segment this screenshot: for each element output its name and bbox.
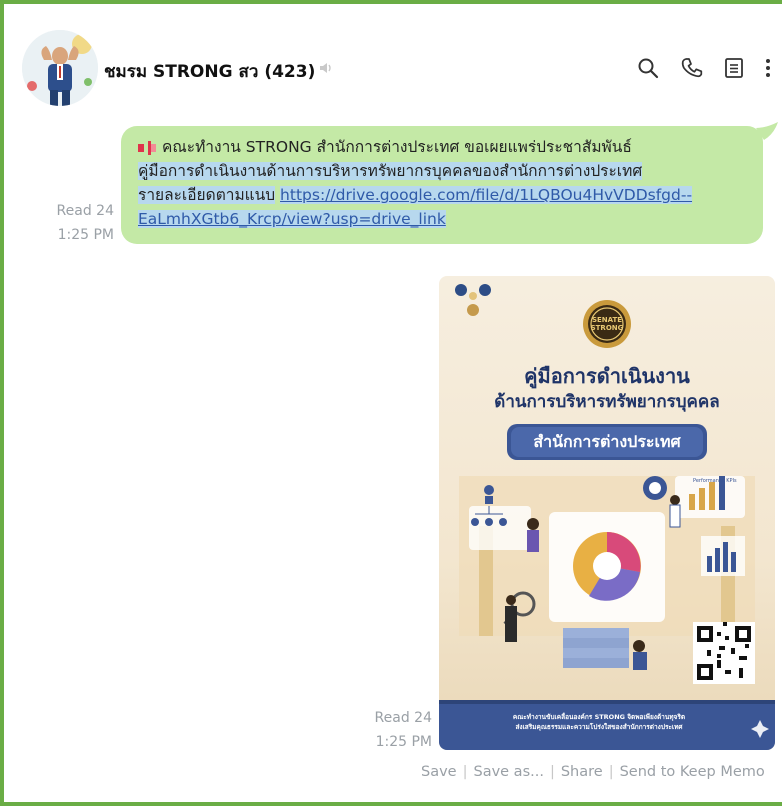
image-actions: Save | Save as... | Share | Send to Keep Memo xyxy=(421,764,765,780)
message-time: 1:25 PM xyxy=(375,734,432,750)
poster-artwork xyxy=(439,276,775,750)
chat-title[interactable]: ชมรม STRONG สว (423) xyxy=(104,58,315,85)
avatar[interactable] xyxy=(22,30,98,106)
message-line-1-text: คณะทำงาน STRONG สำนักการต่างประเทศ ขอเผย… xyxy=(162,138,632,156)
drive-link-part-1[interactable]: https://drive.google.com/file/d/1LQBOu4H… xyxy=(280,186,693,204)
poster-seal-text: SENATE STRONG xyxy=(583,316,631,332)
separator: | xyxy=(608,764,614,780)
separator: | xyxy=(549,764,555,780)
message-line-2: คู่มือการดำเนินงานด้านการบริหารทรัพยากรบ… xyxy=(138,159,748,183)
mute-icon xyxy=(318,60,334,80)
message-time: 1:25 PM xyxy=(57,227,114,243)
notes-icon[interactable] xyxy=(722,56,746,80)
message-line-2-text: คู่มือการดำเนินงานด้านการบริหารทรัพยากรบ… xyxy=(138,162,643,180)
message-line-3: รายละเอียดตามแนบ https://drive.google.co… xyxy=(138,183,748,207)
read-receipt-2: Read 24 1:25 PM xyxy=(362,706,432,754)
poster-footer: คณะทำงานขับเคลื่อนองค์กร STRONG จิตพอเพี… xyxy=(447,712,751,732)
message-line-4: EaLmhXGtb6_Krcp/view?usp=drive_link xyxy=(138,207,748,231)
read-receipt-1: Read 24 1:25 PM xyxy=(46,199,114,247)
chat-header: ชมรม STRONG สว (423) xyxy=(0,0,782,128)
message-line-3-text: รายละเอียดตามแนบ xyxy=(138,186,276,204)
separator: | xyxy=(462,764,468,780)
drive-link-part-2[interactable]: EaLmhXGtb6_Krcp/view?usp=drive_link xyxy=(138,210,446,228)
seal-line-1: SENATE xyxy=(591,316,623,324)
more-icon[interactable] xyxy=(756,56,780,80)
search-icon[interactable] xyxy=(636,56,660,80)
share-button[interactable]: Share xyxy=(561,764,603,780)
read-count: Read 24 xyxy=(56,203,114,219)
bubble-tail xyxy=(756,122,778,140)
poster-subtitle: สำนักการต่างประเทศ xyxy=(533,432,681,451)
save-button[interactable]: Save xyxy=(421,764,457,780)
message-line-1: คณะทำงาน STRONG สำนักการต่างประเทศ ขอเผย… xyxy=(138,135,748,159)
flag-icon xyxy=(138,140,156,155)
phone-icon[interactable] xyxy=(680,56,704,80)
send-to-keep-memo-button[interactable]: Send to Keep Memo xyxy=(620,764,765,780)
poster-footer-line-2: ส่งเสริมคุณธรรมและความโปร่งใสของสำนักการ… xyxy=(515,723,683,731)
read-count: Read 24 xyxy=(374,710,432,726)
seal-line-2: STRONG xyxy=(590,324,624,332)
poster-footer-line-1: คณะทำงานขับเคลื่อนองค์กร STRONG จิตพอเพี… xyxy=(512,713,686,721)
poster-kpi-label: Performance KPIs xyxy=(693,478,737,484)
image-message[interactable]: SENATE STRONG คู่มือการดำเนินงาน ด้านการ… xyxy=(439,276,775,750)
save-as-button[interactable]: Save as... xyxy=(473,764,543,780)
poster-title-line-2: ด้านการบริหารทรัพยากรบุคคล xyxy=(494,392,720,412)
message-text[interactable]: คณะทำงาน STRONG สำนักการต่างประเทศ ขอเผย… xyxy=(138,135,748,231)
